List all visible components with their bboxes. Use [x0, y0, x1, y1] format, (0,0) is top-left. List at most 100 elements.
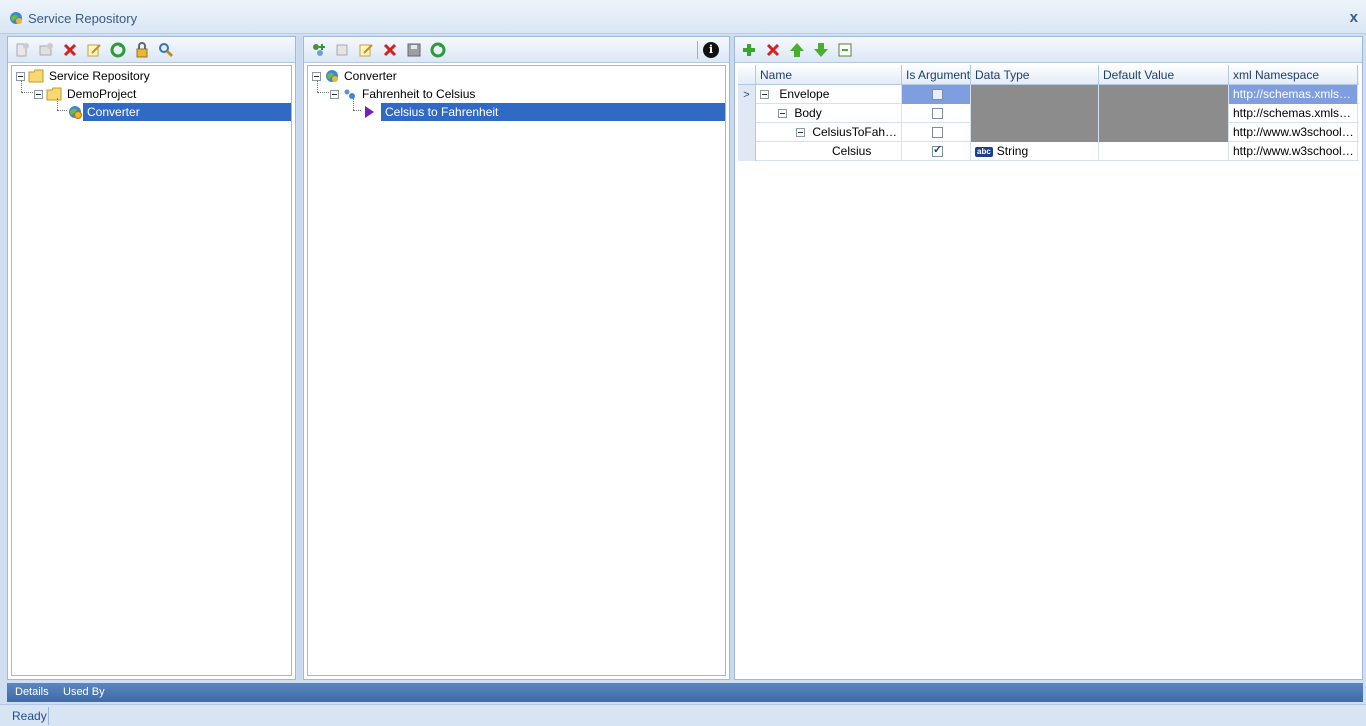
message-grid: Name Is Argument Data Type Default Value… [738, 65, 1359, 676]
cell-default-value[interactable] [1099, 123, 1229, 142]
tree-connector [21, 80, 22, 92]
cell-name-text: Body [794, 106, 822, 120]
toolbar-separator [697, 41, 698, 59]
column-header-default-value[interactable]: Default Value [1099, 65, 1229, 85]
cell-data-type[interactable] [971, 85, 1099, 104]
cell-default-value[interactable] [1099, 142, 1229, 161]
refresh-icon[interactable] [429, 41, 447, 59]
cell-name-text: CelsiusToFahrenheit [812, 125, 902, 139]
cell-name[interactable]: Body [756, 104, 902, 123]
is-argument-checkbox[interactable] [932, 89, 943, 100]
cell-xml-namespace[interactable]: http://schemas.xmlsoap.org/soap/envelope… [1229, 85, 1358, 104]
delete-icon[interactable] [764, 41, 782, 59]
cell-xml-namespace[interactable]: http://schemas.xmlsoap.org/soap/envelope… [1229, 104, 1358, 123]
search-icon[interactable] [157, 41, 175, 59]
row-indicator[interactable] [738, 142, 756, 161]
collapse-icon[interactable] [34, 89, 43, 99]
collapse-icon[interactable] [796, 128, 805, 137]
status-text: Ready [12, 709, 47, 723]
move-down-icon[interactable] [812, 41, 830, 59]
string-type-icon: abc [975, 147, 993, 157]
service-globe-icon [69, 106, 82, 119]
cell-is-argument[interactable] [902, 85, 971, 104]
cell-data-type[interactable]: abc String [971, 142, 1099, 161]
edit-icon[interactable] [357, 41, 375, 59]
info-icon[interactable]: i [702, 41, 720, 59]
tree-item-label: DemoProject [67, 87, 137, 101]
collapse-icon[interactable] [760, 90, 769, 99]
expand-all-icon[interactable] [836, 41, 854, 59]
new-service-icon[interactable] [37, 41, 55, 59]
tree-item-service-repository[interactable]: Service Repository [16, 67, 154, 85]
bottom-tab-strip: Details Used By [7, 683, 1363, 702]
cell-data-type[interactable] [971, 104, 1099, 123]
tree-item-celsius-to-fahrenheit[interactable]: Celsius to Fahrenheit [362, 103, 725, 121]
add-operation-icon[interactable] [309, 41, 327, 59]
row-indicator[interactable] [738, 123, 756, 142]
tree-connector [317, 92, 329, 93]
cell-name-text: Celsius [832, 144, 872, 158]
delete-icon[interactable] [61, 41, 79, 59]
cell-is-argument[interactable] [902, 142, 971, 161]
new-project-icon[interactable] [13, 41, 31, 59]
tree-connector [57, 98, 58, 110]
cell-name[interactable]: Envelope [756, 85, 902, 104]
repository-pane: Service Repository DemoProject Converter [7, 36, 296, 680]
folder-icon [46, 87, 62, 101]
tree-item-label: Service Repository [49, 69, 150, 83]
tab-details[interactable]: Details [15, 686, 49, 698]
tree-connector [57, 110, 67, 111]
operations-toolbar: i [304, 37, 729, 63]
is-argument-checkbox[interactable] [932, 144, 943, 157]
title-bar: Service Repository x [0, 0, 1366, 34]
cell-xml-namespace[interactable]: http://www.w3schools.com/xml/ [1229, 123, 1358, 142]
collapse-icon[interactable] [330, 89, 339, 99]
cell-default-value[interactable] [1099, 85, 1229, 104]
tree-item-converter[interactable]: Converter [67, 103, 291, 121]
is-argument-checkbox[interactable] [932, 108, 943, 119]
add-icon[interactable] [740, 41, 758, 59]
message-pane: Name Is Argument Data Type Default Value… [734, 36, 1363, 680]
is-argument-checkbox[interactable] [932, 127, 943, 138]
tree-item-demoproject[interactable]: DemoProject [34, 85, 140, 103]
column-header-xml-namespace[interactable]: xml Namespace [1229, 65, 1358, 85]
cell-is-argument[interactable] [902, 123, 971, 142]
window-title: Service Repository [28, 11, 138, 26]
current-row-indicator[interactable]: > [738, 85, 756, 104]
tab-used-by[interactable]: Used By [63, 686, 105, 698]
lock-icon[interactable] [133, 41, 151, 59]
cell-name[interactable]: Celsius [756, 142, 902, 161]
close-icon[interactable]: x [1350, 9, 1358, 26]
edit-icon[interactable] [85, 41, 103, 59]
tree-item-converter[interactable]: Converter [312, 67, 401, 85]
status-separator [48, 707, 49, 725]
tree-item-label: Converter [344, 69, 397, 83]
left-splitter[interactable] [297, 36, 302, 680]
collapse-icon[interactable] [778, 109, 787, 118]
table-row[interactable]: Body http://schemas.xmlsoap.org/soap/env… [738, 104, 1359, 123]
tree-connector [353, 98, 354, 110]
column-header-is-argument[interactable]: Is Argument [902, 65, 971, 85]
table-row[interactable]: CelsiusToFahrenheit http://www.w3schools… [738, 123, 1359, 142]
cell-name[interactable]: CelsiusToFahrenheit [756, 123, 902, 142]
folder-icon [28, 69, 44, 83]
column-header-data-type[interactable]: Data Type [971, 65, 1099, 85]
refresh-icon[interactable] [109, 41, 127, 59]
repository-tree: Service Repository DemoProject Converter [11, 65, 292, 676]
table-row[interactable]: > Envelope http://schemas.xmlsoap.org/so… [738, 85, 1359, 104]
row-indicator[interactable] [738, 104, 756, 123]
cell-name-text: Envelope [779, 87, 830, 101]
tree-item-label: Celsius to Fahrenheit [381, 103, 725, 121]
move-up-icon[interactable] [788, 41, 806, 59]
save-icon[interactable] [405, 41, 423, 59]
cell-default-value[interactable] [1099, 104, 1229, 123]
cell-xml-namespace[interactable]: http://www.w3schools.com/xml/ [1229, 142, 1358, 161]
delete-icon[interactable] [381, 41, 399, 59]
status-bar: Ready [0, 704, 1366, 726]
repository-toolbar [8, 37, 295, 63]
cell-is-argument[interactable] [902, 104, 971, 123]
import-icon[interactable] [333, 41, 351, 59]
table-row[interactable]: Celsius abcString http://www.w3schools.c… [738, 142, 1359, 161]
column-header-name[interactable]: Name [756, 65, 902, 85]
cell-data-type[interactable] [971, 123, 1099, 142]
